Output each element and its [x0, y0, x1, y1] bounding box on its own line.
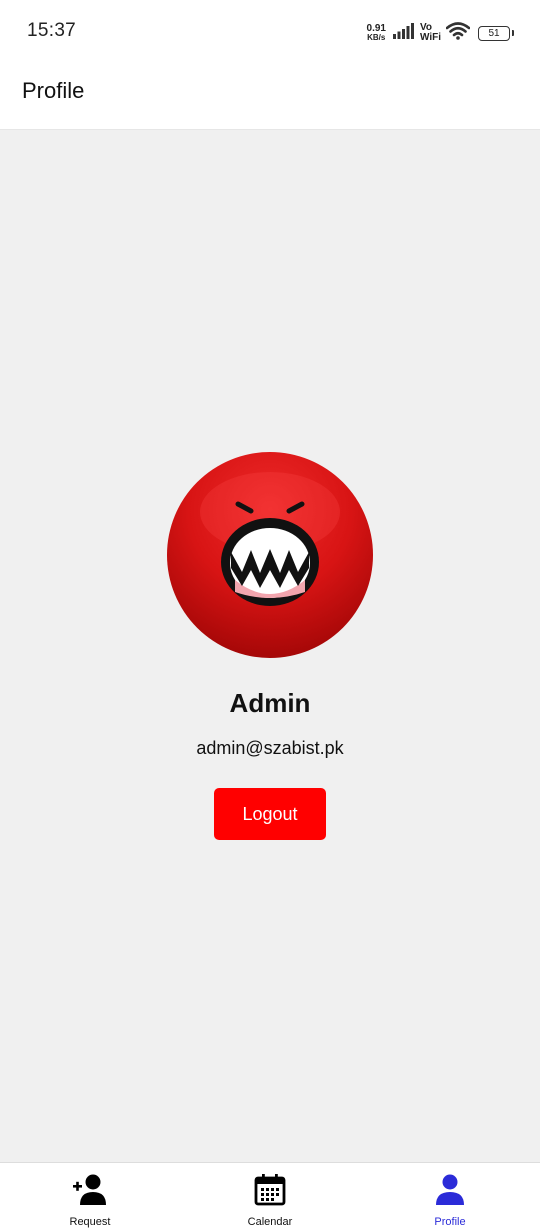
nav-item-calendar[interactable]: Calendar — [180, 1163, 360, 1230]
nav-label-calendar: Calendar — [247, 1216, 293, 1228]
calendar-icon — [252, 1172, 288, 1208]
wifi-icon — [445, 21, 471, 45]
profile-email: admin@szabist.pk — [196, 738, 344, 758]
app-bar: Profile — [0, 62, 540, 130]
wifi-label: WiFi — [419, 32, 441, 43]
page-title: Profile — [22, 78, 85, 103]
nav-item-request[interactable]: Request — [0, 1163, 180, 1230]
nav-item-profile[interactable]: Profile — [360, 1163, 540, 1230]
network-speed-unit: KB/s — [367, 33, 386, 42]
network-speed-value: 0.91 — [366, 23, 386, 34]
profile-screen: 15:37 0.91 KB/s Vo WiFi 51 Profile Admin… — [0, 0, 540, 1230]
person-icon — [432, 1172, 468, 1208]
signal-icon — [392, 22, 415, 44]
battery-icon: 51 — [478, 25, 514, 41]
avatar — [167, 452, 373, 658]
status-time: 15:37 — [27, 20, 77, 41]
vowifi-indicator: Vo WiFi — [420, 23, 441, 43]
status-bar: 15:37 0.91 KB/s Vo WiFi 51 — [0, 0, 540, 62]
add-person-icon — [72, 1172, 108, 1208]
profile-name: Admin — [229, 688, 311, 718]
nav-label-request: Request — [69, 1216, 111, 1228]
logout-button[interactable]: Logout — [214, 788, 326, 840]
bottom-nav: Request Calendar Profile — [0, 1162, 540, 1230]
angry-face-icon — [200, 472, 340, 606]
nav-label-profile: Profile — [434, 1216, 466, 1228]
battery-level: 51 — [488, 27, 500, 39]
network-speed: 0.91 KB/s — [366, 23, 386, 43]
status-icons: 0.91 KB/s Vo WiFi 51 — [366, 21, 514, 45]
